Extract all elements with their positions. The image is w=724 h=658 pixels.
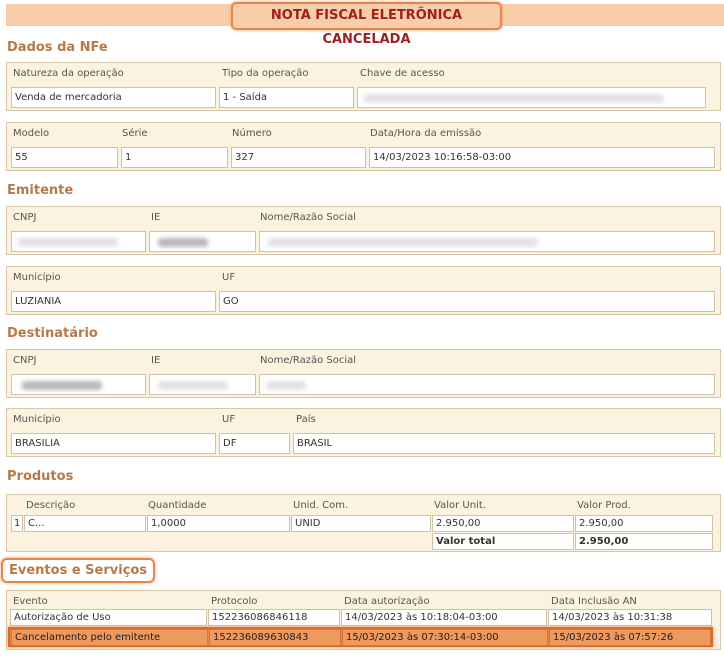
serie-field[interactable]: 1	[121, 147, 228, 168]
section-title-dados: Dados da NFe	[7, 40, 108, 55]
destinatario-id-box: CNPJ IE Nome/Razão Social	[6, 349, 721, 398]
redacted-nome	[266, 381, 306, 390]
table-row[interactable]: Autorização de Uso 152236086846118 14/03…	[10, 609, 712, 626]
col-evento: Evento	[13, 596, 48, 607]
row-valor-prod: 2.950,00	[575, 515, 713, 532]
natureza-label: Natureza da operação	[13, 68, 124, 79]
modelo-label: Modelo	[13, 128, 50, 139]
table-row-highlighted[interactable]: Cancelamento pelo emitente 1522360896308…	[8, 627, 713, 647]
destinatario-nome-label: Nome/Razão Social	[260, 355, 357, 366]
destinatario-pais-field[interactable]: BRASIL	[293, 433, 715, 454]
destinatario-ie-label: IE	[151, 355, 161, 366]
redacted-ie	[158, 381, 228, 390]
redacted-nome	[268, 238, 538, 247]
cancelled-status-title: NOTA FISCAL ELETRÔNICA CANCELADA	[231, 2, 502, 47]
produtos-table: Descrição Quantidade Unid. Com. Valor Un…	[6, 494, 721, 552]
destinatario-municipio-label: Município	[13, 414, 61, 425]
col-unid: Unid. Com.	[293, 500, 349, 511]
section-title-produtos: Produtos	[7, 469, 74, 484]
destinatario-pais-label: País	[296, 414, 316, 425]
destinatario-cnpj-field[interactable]	[11, 374, 146, 395]
row-descricao[interactable]: C...	[24, 515, 146, 532]
row-quantidade: 1,0000	[147, 515, 290, 532]
destinatario-uf-field[interactable]: DF	[219, 433, 290, 454]
emitente-municipio-label: Município	[13, 272, 61, 283]
col-valor-unit: Valor Unit.	[434, 500, 486, 511]
col-data-inclusao: Data Inclusão AN	[551, 596, 637, 607]
redacted-ie	[158, 238, 208, 247]
destinatario-local-box: Município UF País BRASILIA DF BRASIL	[6, 408, 721, 457]
emitente-nome-field[interactable]	[259, 231, 715, 252]
row-unid: UNID	[291, 515, 431, 532]
data-emissao-label: Data/Hora da emissão	[370, 128, 482, 139]
destinatario-nome-field[interactable]	[259, 374, 715, 395]
emitente-ie-field[interactable]	[149, 231, 256, 252]
protocolo-cell: 152236089630843	[209, 629, 341, 646]
natureza-field[interactable]: Venda de mercadoria	[11, 87, 216, 108]
redacted-chave	[364, 94, 664, 103]
tipo-field[interactable]: 1 - Saída	[219, 87, 354, 108]
row-number: 1	[11, 515, 23, 532]
col-protocolo: Protocolo	[211, 596, 258, 607]
total-value: 2.950,00	[575, 533, 713, 550]
redacted-cnpj	[18, 238, 118, 247]
data-inclusao-cell: 14/03/2023 às 10:31:38	[548, 609, 712, 626]
evento-cell: Autorização de Uso	[10, 609, 207, 626]
data-inclusao-cell: 15/03/2023 às 07:57:26	[549, 629, 711, 646]
destinatario-municipio-field[interactable]: BRASILIA	[11, 433, 216, 454]
protocolo-cell: 152236086846118	[208, 609, 340, 626]
chave-label: Chave de acesso	[360, 68, 445, 79]
evento-cell: Cancelamento pelo emitente	[11, 629, 208, 646]
emitente-id-box: CNPJ IE Nome/Razão Social	[6, 206, 721, 255]
data-autorizacao-cell: 15/03/2023 às 07:30:14-03:00	[342, 629, 548, 646]
serie-label: Série	[122, 128, 148, 139]
emitente-uf-label: UF	[222, 272, 236, 283]
data-autorizacao-cell: 14/03/2023 às 10:18:04-03:00	[341, 609, 547, 626]
emitente-ie-label: IE	[151, 212, 161, 223]
tipo-label: Tipo da operação	[222, 68, 309, 79]
row-valor-unit: 2.950,00	[432, 515, 574, 532]
total-label: Valor total	[432, 533, 574, 550]
numero-field[interactable]: 327	[231, 147, 366, 168]
col-descricao: Descrição	[26, 500, 76, 511]
nfe-operation-box: Natureza da operação Tipo da operação Ch…	[6, 62, 721, 111]
emitente-uf-field[interactable]: GO	[219, 291, 715, 312]
redacted-cnpj	[22, 381, 102, 390]
emitente-municipio-field[interactable]: LUZIANIA	[11, 291, 216, 312]
section-title-eventos: Eventos e Serviços	[1, 558, 156, 583]
emitente-cnpj-label: CNPJ	[13, 212, 37, 223]
numero-label: Número	[232, 128, 272, 139]
modelo-field[interactable]: 55	[11, 147, 118, 168]
emitente-nome-label: Nome/Razão Social	[260, 212, 357, 223]
destinatario-ie-field[interactable]	[149, 374, 256, 395]
col-valor-prod: Valor Prod.	[577, 500, 631, 511]
emitente-local-box: Município UF LUZIANIA GO	[6, 266, 721, 315]
destinatario-cnpj-label: CNPJ	[13, 355, 37, 366]
col-quantidade: Quantidade	[148, 500, 207, 511]
emitente-cnpj-field[interactable]	[11, 231, 146, 252]
col-data-autorizacao: Data autorização	[344, 596, 430, 607]
section-title-destinatario: Destinatário	[7, 326, 98, 341]
chave-field[interactable]	[357, 87, 706, 108]
nfe-document-box: Modelo Série Número Data/Hora da emissão…	[6, 122, 721, 171]
section-title-emitente: Emitente	[7, 183, 74, 198]
destinatario-uf-label: UF	[222, 414, 236, 425]
data-emissao-field[interactable]: 14/03/2023 10:16:58-03:00	[369, 147, 715, 168]
